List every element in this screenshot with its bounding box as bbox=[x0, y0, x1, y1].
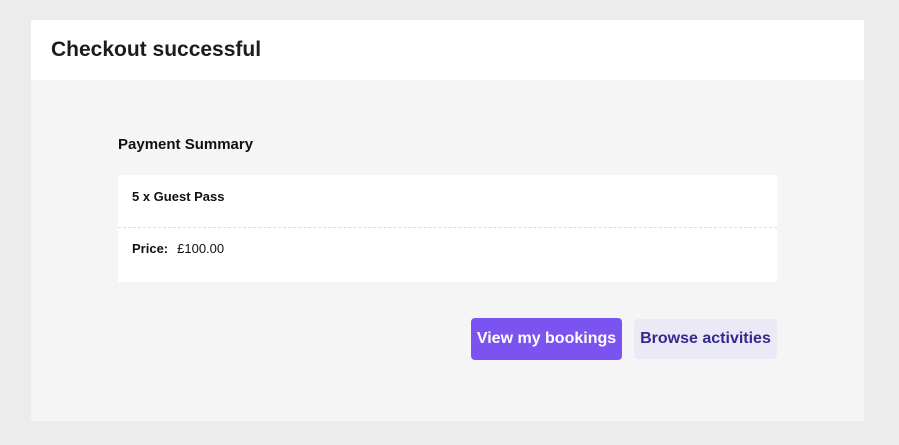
card-header: Checkout successful bbox=[31, 20, 864, 80]
browse-activities-button[interactable]: Browse activities bbox=[634, 319, 777, 359]
price-value: £100.00 bbox=[177, 241, 225, 256]
payment-summary-box: 5 x Guest Pass Price: £100.00 bbox=[118, 175, 777, 282]
payment-summary-heading: Payment Summary bbox=[118, 136, 254, 153]
summary-price-row: Price: £100.00 bbox=[118, 228, 777, 281]
summary-item-row: 5 x Guest Pass bbox=[118, 175, 777, 228]
summary-item-text: 5 x Guest Pass bbox=[132, 189, 225, 204]
price-label: Price: bbox=[132, 241, 169, 256]
page-title: Checkout successful bbox=[51, 38, 262, 61]
checkout-card: Checkout successful Payment Summary 5 x … bbox=[31, 20, 864, 421]
view-my-bookings-button[interactable]: View my bookings bbox=[471, 318, 622, 360]
